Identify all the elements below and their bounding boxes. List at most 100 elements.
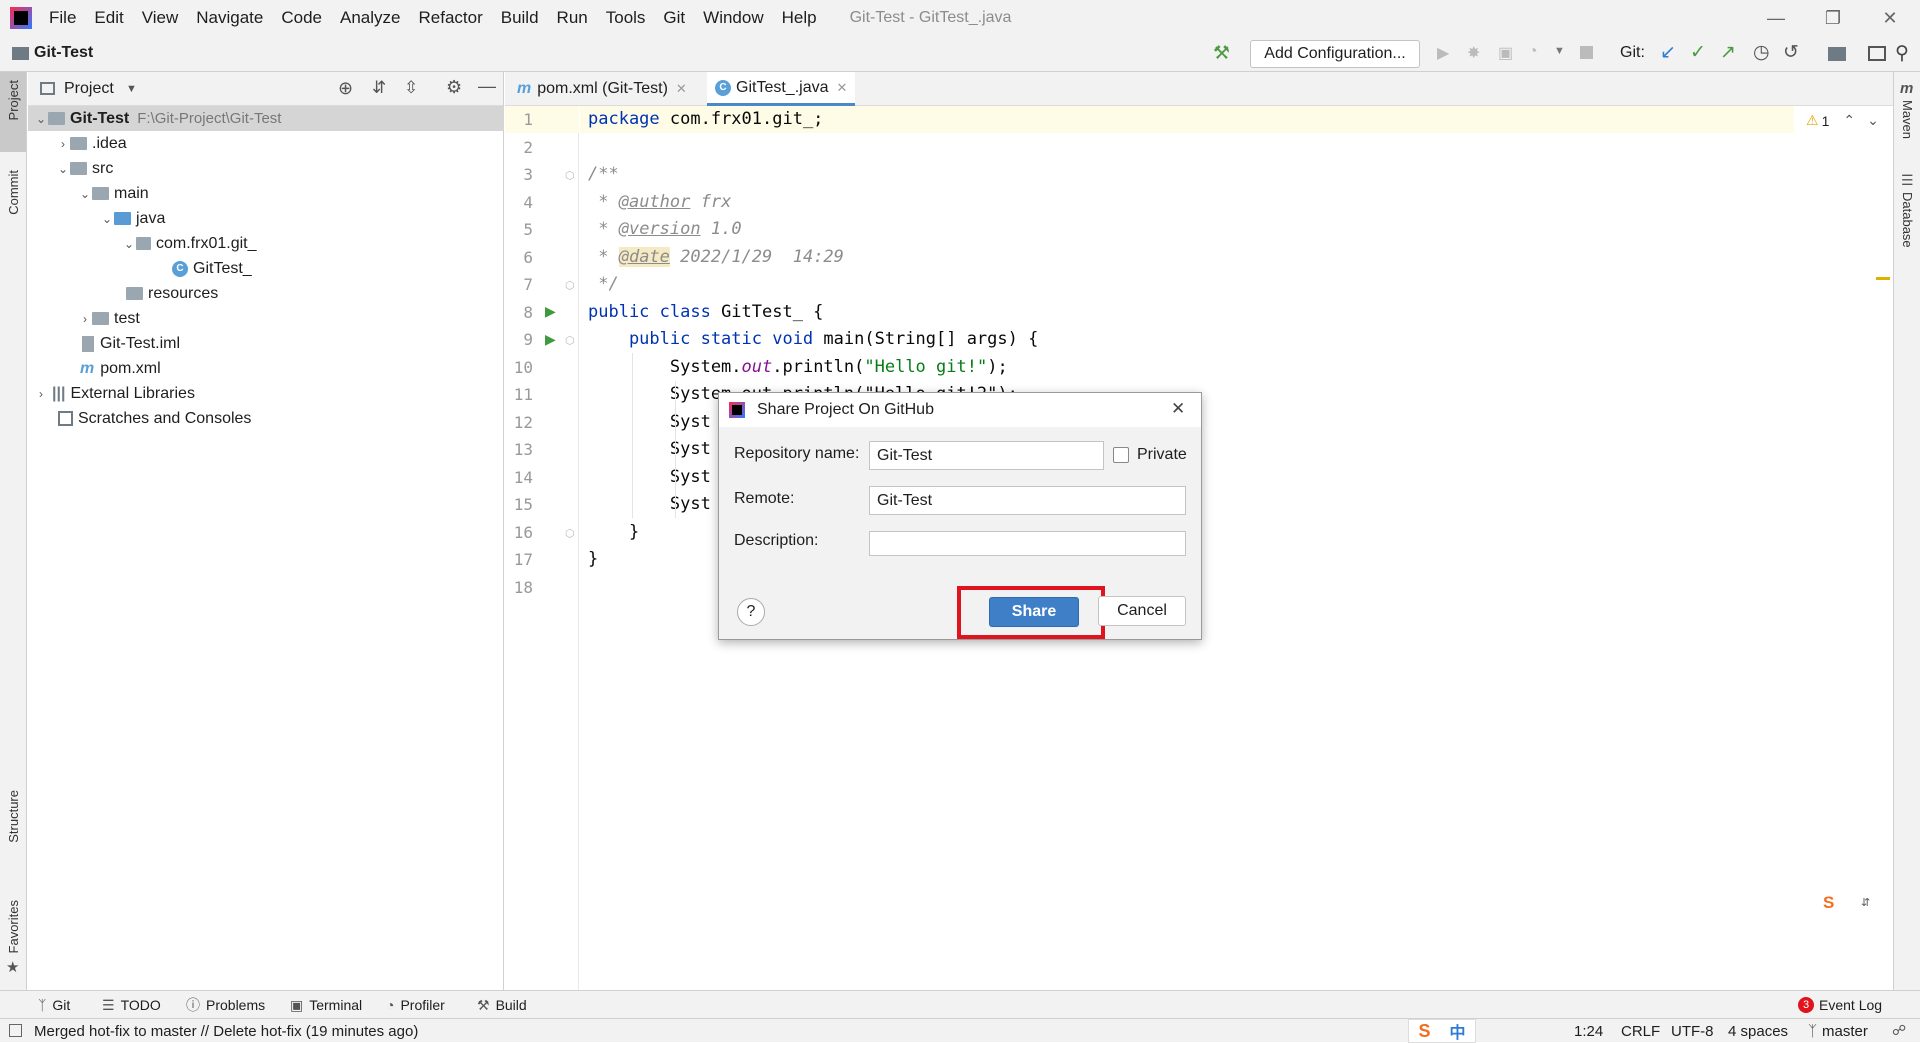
sogou-ime-status[interactable]: S 中	[1408, 1019, 1476, 1043]
debug-icon[interactable]: ✸	[1467, 43, 1480, 63]
close-window-icon[interactable]: ✕	[1862, 0, 1918, 36]
coverage-icon[interactable]: ▣	[1498, 43, 1513, 63]
git-rollback-icon[interactable]: ↺	[1783, 41, 1799, 64]
repository-name-input[interactable]	[869, 441, 1104, 470]
line-separator[interactable]: CRLF	[1621, 1019, 1660, 1043]
menu-refactor[interactable]: Refactor	[409, 0, 491, 36]
indent-setting[interactable]: 4 spaces	[1728, 1019, 1788, 1043]
menu-help[interactable]: Help	[773, 0, 826, 36]
close-tab-icon[interactable]: ✕	[836, 80, 847, 96]
settings-gear-icon[interactable]: ⚙	[446, 77, 462, 98]
tree-item-pom[interactable]: m pom.xml	[28, 356, 161, 381]
menu-git[interactable]: Git	[654, 0, 694, 36]
add-configuration-button[interactable]: Add Configuration...	[1250, 40, 1420, 68]
tab-gittest-java[interactable]: C GitTest_.java ✕	[707, 72, 856, 106]
dialog-close-icon[interactable]: ✕	[1171, 399, 1185, 419]
previous-highlight-icon[interactable]: ⌃	[1843, 112, 1855, 129]
chevron-down-icon[interactable]: ⌄	[100, 212, 114, 226]
ime-dropdown-icon[interactable]: ⇵	[1861, 896, 1870, 909]
tree-item-gittest-class[interactable]: C GitTest_	[28, 256, 252, 281]
close-tab-icon[interactable]: ✕	[676, 81, 687, 97]
menu-view[interactable]: View	[133, 0, 188, 36]
fold-icon[interactable]: ⬡	[565, 279, 575, 292]
locate-file-icon[interactable]: ⊕	[338, 78, 353, 99]
database-tool-label[interactable]: Database	[1900, 192, 1915, 248]
chevron-right-icon[interactable]: ›	[56, 137, 70, 151]
problems-tool-button[interactable]: ⓘ Problems	[186, 991, 265, 1019]
inspection-widget[interactable]: ⚠ 1 ⌃ ⌄	[1806, 112, 1879, 129]
git-history-icon[interactable]: ◷	[1753, 41, 1770, 64]
git-tool-button[interactable]: ᛉ Git	[38, 991, 70, 1019]
run-class-icon[interactable]: ▶	[545, 303, 556, 320]
tree-item-src[interactable]: ⌄ src	[28, 156, 113, 181]
private-checkbox[interactable]	[1113, 447, 1129, 463]
menu-file[interactable]: File	[40, 0, 85, 36]
git-update-icon[interactable]: ↙	[1660, 41, 1676, 64]
stop-icon[interactable]	[1580, 46, 1593, 59]
warning-stripe-marker[interactable]	[1876, 277, 1890, 280]
collapse-all-icon[interactable]: ⇳	[404, 78, 418, 98]
minimize-icon[interactable]: —	[1748, 0, 1804, 36]
chevron-right-icon[interactable]: ›	[78, 312, 92, 326]
tree-item-idea[interactable]: › .idea	[28, 131, 127, 156]
tree-item-git-test[interactable]: ⌄ Git-Test F:\Git-Project\Git-Test	[28, 106, 504, 131]
build-tool-button[interactable]: ⚒ Build	[477, 991, 527, 1019]
fold-icon[interactable]: ⬡	[565, 527, 575, 540]
help-button[interactable]: ?	[737, 598, 765, 626]
next-highlight-icon[interactable]: ⌄	[1867, 112, 1879, 129]
menu-navigate[interactable]: Navigate	[187, 0, 272, 36]
structure-tool-label[interactable]: Structure	[6, 790, 21, 843]
cancel-button[interactable]: Cancel	[1098, 596, 1186, 626]
file-encoding[interactable]: UTF-8	[1671, 1019, 1714, 1043]
profiler-tool-button[interactable]: ◔ Profiler	[386, 991, 445, 1019]
expand-all-icon[interactable]: ⇵	[372, 78, 386, 98]
favorites-tool-label[interactable]: Favorites	[6, 900, 21, 953]
menu-edit[interactable]: Edit	[85, 0, 132, 36]
menu-build[interactable]: Build	[492, 0, 548, 36]
fold-icon[interactable]: ⬡	[565, 334, 575, 347]
event-log-button[interactable]: 3 Event Log	[1798, 991, 1882, 1019]
run-main-icon[interactable]: ▶	[545, 331, 556, 348]
status-message[interactable]: Merged hot-fix to master // Delete hot-f…	[34, 1019, 418, 1043]
chevron-right-icon[interactable]: ›	[34, 387, 48, 401]
search-everywhere-icon[interactable]: ⚲	[1895, 42, 1909, 65]
maven-tool-label[interactable]: Maven	[1900, 100, 1915, 139]
commit-tool-label[interactable]: Commit	[6, 170, 21, 215]
description-input[interactable]	[869, 531, 1186, 556]
profile-dropdown-icon[interactable]: ▼	[1554, 45, 1565, 57]
git-commit-icon[interactable]: ✓	[1690, 41, 1706, 64]
project-view-selector[interactable]: Project	[64, 80, 114, 98]
menu-analyze[interactable]: Analyze	[331, 0, 409, 36]
run-anything-icon[interactable]	[1868, 46, 1886, 61]
menu-code[interactable]: Code	[272, 0, 331, 36]
restore-icon[interactable]: ❐	[1805, 0, 1861, 36]
chevron-down-icon[interactable]: ⌄	[122, 237, 136, 251]
git-push-icon[interactable]: ↗	[1720, 41, 1736, 64]
tree-item-java[interactable]: ⌄ java	[28, 206, 165, 231]
view-dropdown-icon[interactable]: ▼	[126, 83, 137, 95]
tree-item-package[interactable]: ⌄ com.frx01.git_	[28, 231, 257, 256]
tree-item-scratches[interactable]: Scratches and Consoles	[28, 406, 251, 431]
run-icon[interactable]: ▶	[1437, 43, 1449, 63]
build-hammer-icon[interactable]: ⚒	[1213, 42, 1230, 65]
fold-icon[interactable]: ⬡	[565, 169, 575, 182]
git-branch-widget[interactable]: ᛉ master	[1808, 1019, 1868, 1043]
breadcrumb-project[interactable]: Git-Test	[34, 44, 93, 62]
remote-input[interactable]	[869, 486, 1186, 515]
chevron-down-icon[interactable]: ⌄	[34, 112, 48, 126]
share-button[interactable]: Share	[989, 597, 1079, 627]
tree-item-resources[interactable]: resources	[28, 281, 218, 306]
project-structure-icon[interactable]	[1828, 47, 1846, 61]
menu-tools[interactable]: Tools	[597, 0, 655, 36]
sogou-ime-icon[interactable]: S	[1823, 893, 1834, 913]
profile-icon[interactable]: ◔	[1528, 43, 1538, 61]
hide-panel-icon[interactable]: —	[478, 76, 496, 97]
tree-item-external-libraries[interactable]: › ||| External Libraries	[28, 381, 195, 406]
tree-item-iml[interactable]: Git-Test.iml	[28, 331, 180, 356]
menu-run[interactable]: Run	[548, 0, 597, 36]
cursor-position[interactable]: 1:24	[1574, 1019, 1603, 1043]
tab-pom-xml[interactable]: m pom.xml (Git-Test) ✕	[509, 72, 695, 106]
menu-window[interactable]: Window	[694, 0, 772, 36]
terminal-tool-button[interactable]: ▣ Terminal	[290, 991, 362, 1019]
tree-item-main[interactable]: ⌄ main	[28, 181, 149, 206]
